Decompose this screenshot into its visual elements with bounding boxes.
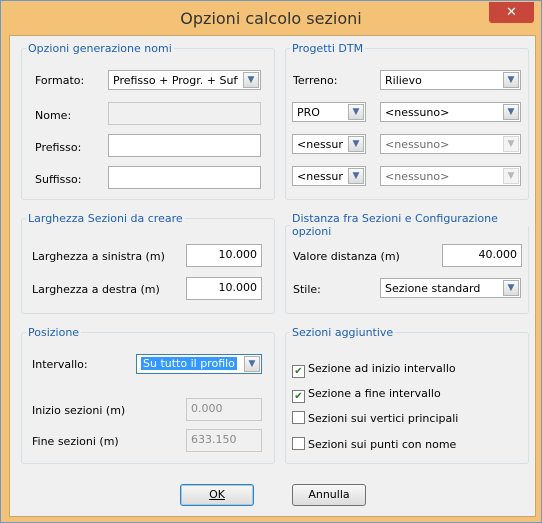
group-distanza-legend: Distanza fra Sezioni e Configurazione op…: [292, 212, 498, 238]
stile-combo[interactable]: Sezione standard ▼: [380, 278, 521, 298]
dtm-row3-right-combo: <nessuno> ▼: [380, 166, 521, 186]
dtm-row3-left-combo[interactable]: <nessuno> ▼: [292, 166, 366, 186]
dtm-row3-right-value: <nessuno>: [385, 170, 450, 183]
nome-field[interactable]: [108, 102, 261, 125]
close-icon: ✕: [506, 5, 517, 20]
dtm-row2-left-value: <nessuno>: [297, 138, 343, 151]
larghezza-destra-field[interactable]: 10.000: [186, 277, 262, 300]
annulla-button-label: Annulla: [308, 488, 350, 501]
check-vertici-principali[interactable]: Sezioni sui vertici principali: [292, 411, 458, 425]
stile-label: Stile:: [293, 283, 321, 296]
nome-label: Nome:: [35, 109, 72, 122]
intervallo-label: Intervallo:: [32, 358, 88, 371]
check-fine-intervallo[interactable]: ✔ Sezione a fine intervallo: [292, 387, 441, 403]
chevron-down-icon: ▼: [503, 104, 519, 120]
larghezza-sinistra-label: Larghezza a sinistra (m): [32, 250, 165, 263]
group-nomi-legend: Opzioni generazione nomi: [28, 42, 172, 55]
check-inizio-intervallo-label: Sezione ad inizio intervallo: [308, 362, 456, 375]
check-punti-nome[interactable]: Sezioni sui punti con nome: [292, 437, 456, 451]
title-bar[interactable]: Opzioni calcolo sezioni ✕: [1, 1, 541, 35]
formato-value: Prefisso + Progr. + Suffisso: [113, 74, 238, 87]
fine-sezioni-label: Fine sezioni (m): [32, 435, 119, 448]
terreno-label: Terreno:: [293, 74, 338, 87]
formato-label: Formato:: [35, 74, 85, 87]
chevron-down-icon: ▼: [503, 168, 519, 184]
dtm-row1-right-value: <nessuno>: [385, 106, 450, 119]
group-aggiuntive-legend: Sezioni aggiuntive: [292, 326, 394, 339]
dtm-row1-right-combo[interactable]: <nessuno> ▼: [380, 102, 521, 122]
check-punti-nome-label: Sezioni sui punti con nome: [308, 438, 457, 451]
dtm-row2-left-combo[interactable]: <nessuno> ▼: [292, 134, 366, 154]
dialog-client: Opzioni generazione nomi Formato: Prefis…: [9, 35, 536, 517]
prefisso-field[interactable]: [108, 134, 261, 157]
ok-button-label: OK: [209, 488, 225, 501]
group-dtm-legend: Progetti DTM: [292, 42, 364, 55]
dtm-row3-left-value: <nessuno>: [297, 170, 343, 183]
valore-distanza-field[interactable]: 40.000: [442, 244, 522, 267]
stile-value: Sezione standard: [385, 282, 481, 295]
prefisso-label: Prefisso:: [35, 141, 82, 154]
check-vertici-principali-label: Sezioni sui vertici principali: [308, 412, 459, 425]
intervallo-combo[interactable]: Su tutto il profilo ▼: [136, 354, 262, 374]
intervallo-value: Su tutto il profilo: [141, 357, 237, 370]
chevron-down-icon: ▼: [503, 72, 519, 88]
larghezza-destra-label: Larghezza a destra (m): [32, 283, 160, 296]
ok-button[interactable]: OK: [180, 484, 254, 506]
check-fine-intervallo-label: Sezione a fine intervallo: [308, 387, 441, 400]
check-inizio-intervallo[interactable]: ✔ Sezione ad inizio intervallo: [292, 362, 456, 378]
checkbox-empty-icon: [292, 437, 305, 450]
chevron-down-icon: ▼: [243, 72, 259, 88]
group-larghezza-legend: Larghezza Sezioni da creare: [28, 212, 183, 225]
inizio-sezioni-label: Inizio sezioni (m): [32, 404, 126, 417]
dialog-window: Opzioni calcolo sezioni ✕ Opzioni genera…: [0, 0, 542, 523]
dialog-title: Opzioni calcolo sezioni: [180, 9, 362, 28]
dtm-row2-right-combo: <nessuno> ▼: [380, 134, 521, 154]
close-button[interactable]: ✕: [489, 2, 534, 23]
larghezza-sinistra-field[interactable]: 10.000: [186, 244, 262, 267]
group-posizione-legend: Posizione: [28, 326, 80, 339]
valore-distanza-label: Valore distanza (m): [293, 250, 400, 263]
terreno-combo[interactable]: Rilievo ▼: [380, 70, 521, 90]
terreno-value: Rilievo: [385, 74, 422, 87]
chevron-down-icon: ▼: [348, 168, 364, 184]
chevron-down-icon: ▼: [348, 136, 364, 152]
annulla-button[interactable]: Annulla: [292, 484, 366, 506]
suffisso-label: Suffisso:: [35, 173, 82, 186]
formato-combo[interactable]: Prefisso + Progr. + Suffisso ▼: [108, 70, 261, 90]
inizio-sezioni-field: 0.000: [186, 398, 262, 421]
dtm-row1-left-value: PRO: [297, 106, 320, 119]
chevron-down-icon: ▼: [348, 104, 364, 120]
checkmark-icon: ✔: [292, 390, 305, 403]
dtm-row2-right-value: <nessuno>: [385, 138, 450, 151]
chevron-down-icon: ▼: [503, 136, 519, 152]
chevron-down-icon: ▼: [503, 280, 519, 296]
checkbox-empty-icon: [292, 411, 305, 424]
chevron-down-icon: ▼: [244, 356, 260, 372]
dtm-row1-left-combo[interactable]: PRO ▼: [292, 102, 366, 122]
fine-sezioni-field: 633.150: [186, 429, 262, 452]
checkmark-icon: ✔: [292, 365, 305, 378]
suffisso-field[interactable]: [108, 166, 261, 189]
